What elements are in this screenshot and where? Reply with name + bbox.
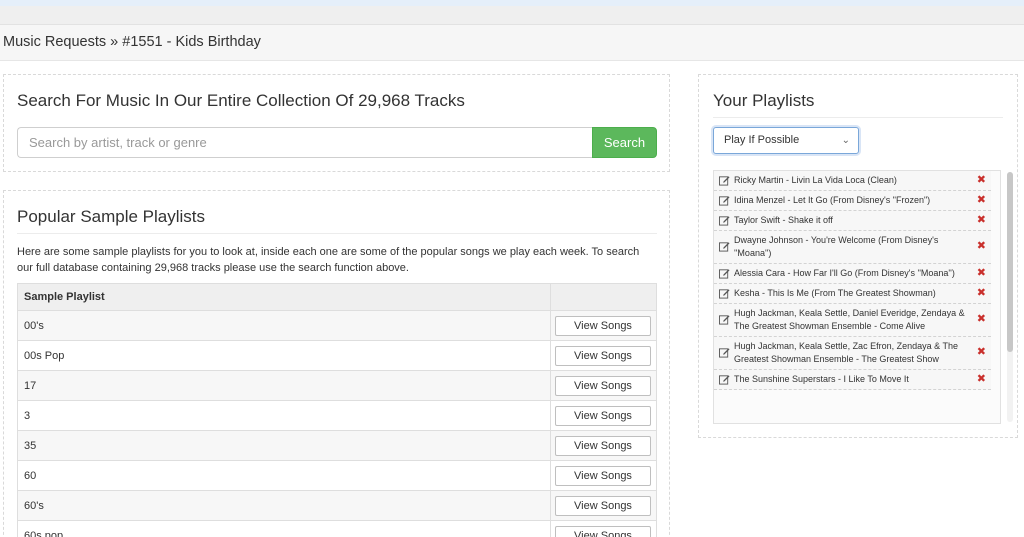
playlist-name: 35 (17, 430, 551, 461)
remove-icon[interactable]: ✖ (977, 194, 986, 207)
view-songs-button[interactable]: View Songs (555, 435, 651, 456)
table-row: 35 View Songs (17, 430, 657, 461)
list-item: Ricky Martin - Livin La Vida Loca (Clean… (714, 171, 991, 191)
table-row: 60's View Songs (17, 490, 657, 521)
column-header-actions (550, 283, 657, 311)
track-title: Dwayne Johnson - You're Welcome (From Di… (734, 235, 939, 258)
breadcrumb: Music Requests » #1551 - Kids Birthday (3, 34, 261, 50)
playlist-name: 00's (17, 310, 551, 341)
edit-icon[interactable] (719, 374, 730, 385)
track-title: Kesha - This Is Me (From The Greatest Sh… (734, 288, 936, 298)
view-songs-button[interactable]: View Songs (555, 495, 651, 516)
edit-icon[interactable] (719, 288, 730, 299)
playlist-name: 60s pop (17, 520, 551, 537)
track-list-scrollbar[interactable] (1007, 172, 1013, 422)
your-playlists-panel: Your Playlists Play If Possible ⌄ Ricky … (698, 74, 1018, 438)
playlist-name: 60 (17, 460, 551, 491)
title-divider (713, 117, 1003, 118)
playlist-name: 60's (17, 490, 551, 521)
list-item: Taylor Swift - Shake it off ✖ (714, 211, 991, 231)
sample-playlist-table: Sample Playlist 00's View Songs 00s Pop … (17, 283, 657, 537)
table-row: 3 View Songs (17, 400, 657, 431)
table-row: 17 View Songs (17, 370, 657, 401)
table-row: 00s Pop View Songs (17, 340, 657, 371)
track-title: Hugh Jackman, Keala Settle, Zac Efron, Z… (734, 341, 958, 364)
view-songs-button[interactable]: View Songs (555, 345, 651, 366)
view-songs-button[interactable]: View Songs (555, 465, 651, 486)
playlist-name: 3 (17, 400, 551, 431)
table-row: 60s pop View Songs (17, 520, 657, 537)
remove-icon[interactable]: ✖ (977, 267, 986, 280)
edit-icon[interactable] (719, 195, 730, 206)
search-button[interactable]: Search (592, 127, 657, 158)
navbar (0, 6, 1024, 25)
search-input[interactable] (17, 127, 592, 158)
list-item: Hugh Jackman, Keala Settle, Daniel Everi… (714, 304, 991, 337)
track-title: Alessia Cara - How Far I'll Go (From Dis… (734, 268, 955, 278)
edit-icon[interactable] (719, 215, 730, 226)
remove-icon[interactable]: ✖ (977, 214, 986, 227)
edit-icon[interactable] (719, 241, 730, 252)
remove-icon[interactable]: ✖ (977, 174, 986, 187)
scrollbar-thumb[interactable] (1007, 172, 1013, 352)
track-title: Hugh Jackman, Keala Settle, Daniel Everi… (734, 308, 965, 331)
list-item: Alessia Cara - How Far I'll Go (From Dis… (714, 264, 991, 284)
edit-icon[interactable] (719, 268, 730, 279)
view-songs-button[interactable]: View Songs (555, 375, 651, 396)
playlist-track-list[interactable]: Ricky Martin - Livin La Vida Loca (Clean… (713, 170, 1001, 424)
remove-icon[interactable]: ✖ (977, 373, 986, 386)
chevron-down-icon: ⌄ (841, 135, 850, 146)
playlist-name: 17 (17, 370, 551, 401)
track-title: Ricky Martin - Livin La Vida Loca (Clean… (734, 175, 897, 185)
view-songs-button[interactable]: View Songs (555, 405, 651, 426)
playlist-name: 00s Pop (17, 340, 551, 371)
table-row: 00's View Songs (17, 310, 657, 341)
view-songs-button[interactable]: View Songs (555, 315, 651, 336)
list-item: The Sunshine Superstars - I Like To Move… (714, 370, 991, 390)
track-title: Taylor Swift - Shake it off (734, 215, 833, 225)
table-row: 60 View Songs (17, 460, 657, 491)
remove-icon[interactable]: ✖ (977, 313, 986, 326)
list-item: Hugh Jackman, Keala Settle, Zac Efron, Z… (714, 337, 991, 370)
search-title: Search For Music In Our Entire Collectio… (17, 91, 465, 110)
track-title: The Sunshine Superstars - I Like To Move… (734, 374, 909, 384)
list-item: Kesha - This Is Me (From The Greatest Sh… (714, 284, 991, 304)
edit-icon[interactable] (719, 314, 730, 325)
list-item: Dwayne Johnson - You're Welcome (From Di… (714, 231, 991, 264)
search-panel: Search For Music In Our Entire Collectio… (3, 74, 670, 172)
edit-icon[interactable] (719, 347, 730, 358)
remove-icon[interactable]: ✖ (977, 240, 986, 253)
view-songs-button[interactable]: View Songs (555, 525, 651, 537)
search-group: Search (17, 127, 657, 158)
edit-icon[interactable] (719, 175, 730, 186)
remove-icon[interactable]: ✖ (977, 287, 986, 300)
column-header-sample-playlist: Sample Playlist (17, 283, 551, 311)
popular-title: Popular Sample Playlists (17, 207, 206, 226)
popular-playlists-panel: Popular Sample Playlists Here are some s… (3, 190, 670, 537)
track-title: Idina Menzel - Let It Go (From Disney's … (734, 195, 931, 205)
your-playlists-title: Your Playlists (713, 91, 815, 110)
list-item: Idina Menzel - Let It Go (From Disney's … (714, 191, 991, 211)
popular-intro: Here are some sample playlists for you t… (17, 246, 640, 274)
breadcrumb-bar: Music Requests » #1551 - Kids Birthday (0, 25, 1024, 61)
play-preference-value: Play If Possible (724, 134, 800, 146)
remove-icon[interactable]: ✖ (977, 346, 986, 359)
play-preference-select[interactable]: Play If Possible ⌄ (713, 127, 859, 154)
title-divider (17, 233, 657, 234)
